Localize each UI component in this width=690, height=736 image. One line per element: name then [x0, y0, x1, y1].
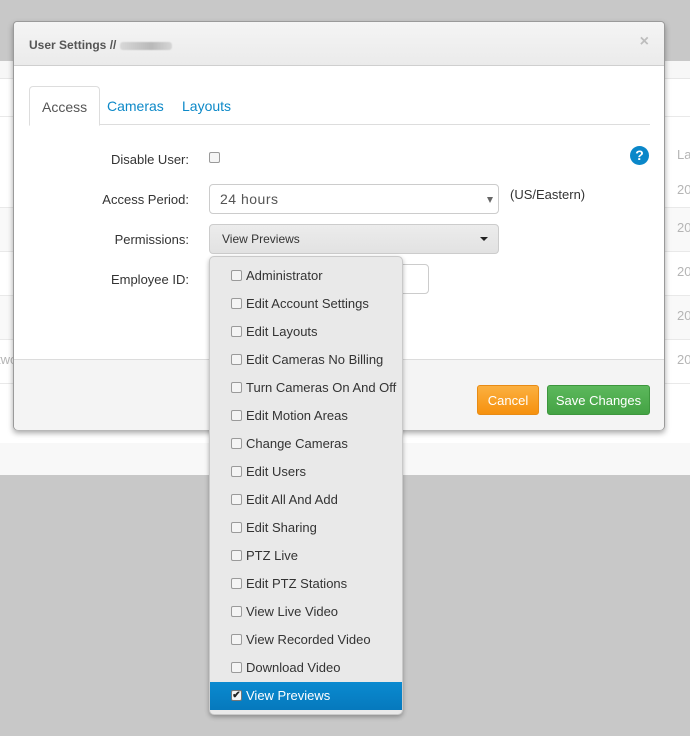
permission-option-download-video[interactable]: Download Video — [210, 654, 402, 682]
option-label: Turn Cameras On And Off — [246, 380, 397, 395]
timezone-label: (US/Eastern) — [510, 187, 586, 202]
permission-option-edit-ptz-stations[interactable]: Edit PTZ Stations — [210, 570, 402, 598]
option-label: Edit Cameras No Billing — [246, 352, 384, 367]
option-label: Administrator — [246, 268, 323, 283]
permission-option-administrator[interactable]: Administrator — [210, 262, 402, 290]
checkbox[interactable] — [231, 606, 242, 617]
checkbox[interactable] — [231, 578, 242, 589]
permission-option-edit-layouts[interactable]: Edit Layouts — [210, 318, 402, 346]
tab-cameras[interactable]: Cameras — [95, 86, 176, 125]
help-icon[interactable]: ? — [630, 146, 649, 165]
checkbox[interactable] — [231, 410, 242, 421]
checkmark-icon[interactable]: ✔ — [231, 690, 242, 701]
checkbox[interactable] — [231, 270, 242, 281]
permission-option-edit-all-and-add[interactable]: Edit All And Add — [210, 486, 402, 514]
checkbox[interactable] — [231, 522, 242, 533]
background-cell: 20 — [677, 352, 690, 367]
permission-option-ptz-live[interactable]: PTZ Live — [210, 542, 402, 570]
checkbox[interactable] — [231, 662, 242, 673]
option-label: Edit Sharing — [246, 520, 317, 535]
checkbox[interactable] — [231, 354, 242, 365]
background-cell: 20 — [677, 182, 690, 197]
chevron-down-icon — [487, 197, 493, 203]
redacted-username — [120, 41, 173, 50]
employee-id-label: Employee ID: — [110, 272, 189, 287]
modal-title: User Settings // — [29, 38, 173, 52]
permissions-dropdown-button[interactable]: View Previews — [209, 224, 499, 254]
option-label: Edit All And Add — [246, 492, 338, 507]
option-label: Edit Motion Areas — [246, 408, 348, 423]
option-label: PTZ Live — [246, 548, 299, 563]
tab-access[interactable]: Access — [29, 86, 101, 126]
option-label: Edit Users — [246, 464, 306, 479]
checkbox[interactable] — [231, 466, 242, 477]
access-period-label: Access Period: — [102, 192, 189, 207]
cancel-button[interactable]: Cancel — [477, 385, 539, 415]
option-label: View Live Video — [246, 604, 339, 619]
permission-option-edit-cameras-no-billing[interactable]: Edit Cameras No Billing — [210, 346, 402, 374]
permission-option-view-live-video[interactable]: View Live Video — [210, 598, 402, 626]
option-label: View Recorded Video — [246, 632, 371, 647]
background-column-header: La — [677, 147, 690, 162]
option-label: Edit Layouts — [246, 324, 318, 339]
settings-tabs: Access Cameras Layouts — [29, 86, 650, 126]
permissions-label: Permissions: — [114, 232, 189, 247]
option-label: View Previews — [246, 688, 331, 703]
checkbox[interactable] — [231, 634, 242, 645]
background-cell: 20 — [677, 220, 690, 235]
checkbox[interactable] — [231, 494, 242, 505]
background-cell: 20 — [677, 264, 690, 279]
permission-option-view-previews[interactable]: ✔ View Previews — [210, 682, 402, 710]
access-period-value: 24 hours — [220, 191, 279, 207]
modal-title-text: User Settings // — [29, 38, 117, 52]
modal-header: User Settings // × — [14, 22, 664, 66]
permission-option-change-cameras[interactable]: Change Cameras — [210, 430, 402, 458]
close-icon[interactable]: × — [640, 34, 649, 50]
checkbox[interactable] — [231, 438, 242, 449]
tab-layouts[interactable]: Layouts — [170, 86, 243, 125]
access-period-select[interactable]: 24 hours — [209, 184, 499, 214]
option-label: Edit Account Settings — [246, 296, 369, 311]
option-label: Change Cameras — [246, 436, 348, 451]
permissions-menu: Administrator Edit Account Settings Edit… — [209, 256, 403, 715]
caret-down-icon — [480, 237, 488, 241]
permission-option-edit-users[interactable]: Edit Users — [210, 458, 402, 486]
permissions-value: View Previews — [222, 232, 300, 246]
option-label: Edit PTZ Stations — [246, 576, 348, 591]
permission-option-edit-motion-areas[interactable]: Edit Motion Areas — [210, 402, 402, 430]
checkbox[interactable] — [231, 326, 242, 337]
background-cell: 20 — [677, 308, 690, 323]
permission-option-edit-account-settings[interactable]: Edit Account Settings — [210, 290, 402, 318]
checkbox[interactable] — [231, 382, 242, 393]
checkbox[interactable] — [231, 550, 242, 561]
checkbox[interactable] — [231, 298, 242, 309]
disable-user-checkbox[interactable] — [209, 152, 220, 163]
permission-option-edit-sharing[interactable]: Edit Sharing — [210, 514, 402, 542]
save-changes-button[interactable]: Save Changes — [547, 385, 650, 415]
permission-option-view-recorded-video[interactable]: View Recorded Video — [210, 626, 402, 654]
permission-option-turn-cameras-on-off[interactable]: Turn Cameras On And Off — [210, 374, 402, 402]
option-label: Download Video — [246, 660, 341, 675]
disable-user-label: Disable User: — [110, 152, 189, 167]
